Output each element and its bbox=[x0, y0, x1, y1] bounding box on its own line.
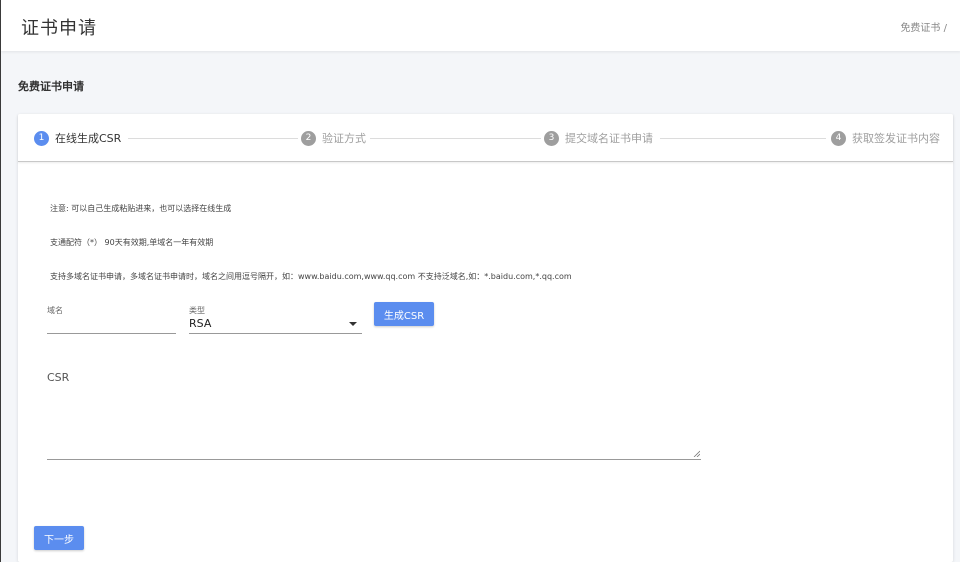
step-connector-2 bbox=[370, 138, 541, 139]
domain-input[interactable] bbox=[47, 314, 176, 334]
csr-label: CSR bbox=[47, 371, 70, 384]
step-4[interactable]: 4 获取签发证书内容 bbox=[831, 130, 940, 146]
stepper: 1 在线生成CSR 2 验证方式 3 提交域名证书申请 4 获取签发证书内容 bbox=[18, 114, 953, 162]
page-header: 证书申请 免费证书 / bbox=[1, 0, 960, 51]
page-title: 证书申请 bbox=[21, 18, 97, 39]
note-line-3: 支持多域名证书申请，多域名证书申请时，域名之间用逗号隔开，如：www.baidu… bbox=[50, 272, 572, 281]
step-1-number: 1 bbox=[34, 130, 49, 146]
next-step-button[interactable]: 下一步 bbox=[34, 526, 84, 550]
type-select[interactable]: RSA bbox=[189, 314, 362, 334]
page: 证书申请 免费证书 / 免费证书申请 1 在线生成CSR 2 验证方式 3 提交… bbox=[0, 0, 960, 562]
step-2-label: 验证方式 bbox=[322, 132, 366, 145]
csr-textarea[interactable] bbox=[47, 392, 701, 460]
step-connector-1 bbox=[128, 138, 298, 139]
step-3-number: 3 bbox=[544, 130, 559, 146]
step-connector-3 bbox=[660, 138, 826, 139]
breadcrumb[interactable]: 免费证书 / bbox=[900, 19, 947, 34]
type-select-value: RSA bbox=[189, 317, 212, 330]
note-line-1: 注意: 可以自己生成粘贴进来，也可以选择在线生成 bbox=[50, 204, 232, 213]
step-3[interactable]: 3 提交域名证书申请 bbox=[544, 130, 653, 146]
step-4-label: 获取签发证书内容 bbox=[852, 132, 940, 145]
step-2-number: 2 bbox=[301, 130, 316, 146]
step-4-number: 4 bbox=[831, 130, 846, 146]
resize-handle-icon[interactable] bbox=[693, 450, 700, 457]
step-1[interactable]: 1 在线生成CSR bbox=[34, 130, 121, 146]
form-card: 1 在线生成CSR 2 验证方式 3 提交域名证书申请 4 获取签发证书内容 注… bbox=[18, 114, 953, 562]
section-title: 免费证书申请 bbox=[18, 80, 84, 93]
step-3-label: 提交域名证书申请 bbox=[565, 132, 653, 145]
caret-down-icon bbox=[349, 322, 357, 326]
note-line-2: 支通配符（*） 90天有效期,单域名一年有效期 bbox=[50, 238, 214, 247]
generate-csr-button[interactable]: 生成CSR bbox=[374, 302, 434, 326]
step-2[interactable]: 2 验证方式 bbox=[301, 130, 366, 146]
step-1-label: 在线生成CSR bbox=[55, 132, 122, 145]
